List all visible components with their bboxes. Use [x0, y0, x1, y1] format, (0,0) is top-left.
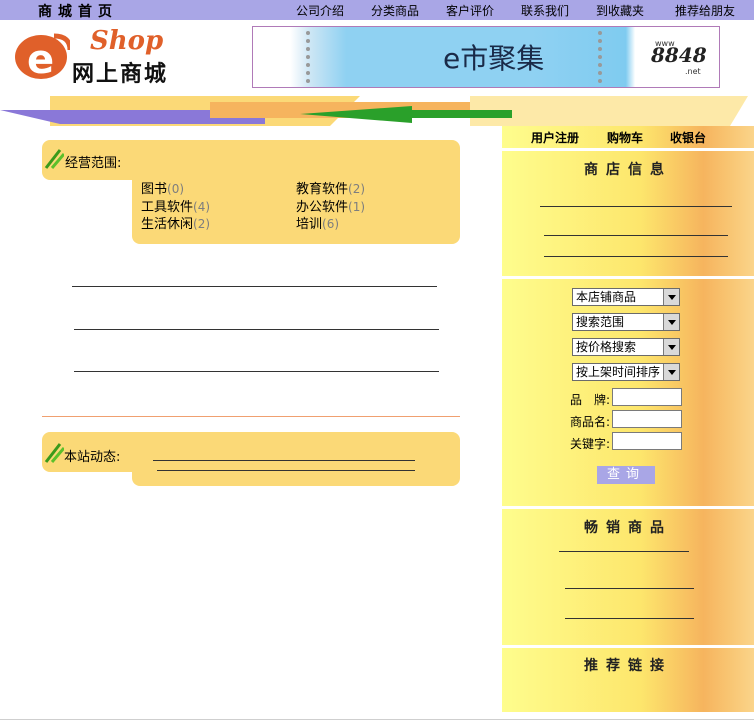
divider-line	[72, 286, 437, 287]
nav-link-favorites[interactable]: 到收藏夹	[596, 2, 644, 19]
keyword-input[interactable]	[612, 432, 682, 450]
info-line	[540, 206, 732, 207]
register-link[interactable]: 用户注册	[531, 129, 579, 146]
search-range-select[interactable]: 搜索范围	[572, 313, 680, 331]
news-line	[153, 460, 415, 461]
nav-link-reviews[interactable]: 客户评价	[446, 2, 494, 19]
leaf-icon	[44, 443, 64, 463]
bestseller-line	[559, 551, 689, 552]
category-count: (6)	[322, 217, 340, 231]
svg-text:e: e	[27, 37, 54, 80]
select-value: 按上架时间排序	[576, 365, 661, 379]
section-divider	[42, 416, 460, 417]
chevron-down-icon[interactable]	[663, 364, 679, 380]
leaf-icon	[44, 149, 64, 169]
product-name-input[interactable]	[612, 410, 682, 428]
right-separator	[502, 506, 754, 509]
cart-link[interactable]: 购物车	[607, 129, 643, 146]
chevron-down-icon[interactable]	[663, 289, 679, 305]
bestseller-line	[565, 618, 694, 619]
chevron-down-icon[interactable]	[663, 314, 679, 330]
nav-link-contact[interactable]: 联系我们	[521, 2, 569, 19]
category-count: (1)	[348, 200, 366, 214]
checkout-link[interactable]: 收银台	[670, 129, 706, 146]
select-value: 本店铺商品	[576, 290, 637, 304]
home-link[interactable]: 商城首页	[38, 1, 118, 21]
divider-line	[74, 329, 439, 330]
right-separator	[502, 645, 754, 648]
brand-label: 品 牌:	[570, 393, 611, 407]
banner-title: e市聚集	[443, 42, 545, 75]
nav-link-categories[interactable]: 分类商品	[371, 2, 419, 19]
banner-dots-right	[598, 31, 602, 83]
nav-link-company[interactable]: 公司介绍	[296, 2, 344, 19]
right-separator	[502, 276, 754, 279]
category-count: (4)	[193, 200, 211, 214]
news-line	[157, 470, 415, 471]
category-name[interactable]: 培训	[296, 217, 322, 232]
logo-cn-text: 网上商城	[72, 61, 169, 87]
bestseller-title: 畅销商品	[584, 520, 672, 536]
sort-select[interactable]: 按上架时间排序	[572, 363, 680, 381]
banner-logo-suffix: .net	[685, 67, 701, 76]
select-value: 按价格搜索	[576, 340, 637, 354]
news-body-box	[132, 460, 460, 486]
info-line	[544, 256, 728, 257]
right-separator	[502, 148, 754, 151]
divider-line	[74, 371, 439, 372]
logo-e-icon: e	[15, 33, 70, 80]
category-name[interactable]: 教育软件	[296, 182, 348, 197]
keyword-label: 关键字:	[570, 437, 611, 451]
category-name[interactable]: 生活休闲	[141, 217, 193, 232]
category-item[interactable]: 生活休闲(2)	[141, 213, 210, 232]
shop-info-title: 商店信息	[584, 162, 672, 178]
bestseller-line	[565, 588, 694, 589]
category-count: (2)	[193, 217, 211, 231]
banner-dots-left	[306, 31, 310, 83]
footer-divider	[0, 719, 754, 720]
select-value: 搜索范围	[576, 315, 625, 329]
scope-title: 经营范围:	[65, 156, 122, 171]
category-name[interactable]: 图书	[141, 182, 167, 197]
category-item[interactable]: 图书(0)	[141, 178, 184, 197]
banner[interactable]: e市聚集 www 8848 .net	[252, 26, 720, 88]
nav-link-recommend[interactable]: 推荐给朋友	[675, 2, 735, 19]
price-search-select[interactable]: 按价格搜索	[572, 338, 680, 356]
category-count: (0)	[167, 182, 185, 196]
logo-shop-text: Shop	[90, 26, 164, 56]
category-item[interactable]: 培训(6)	[296, 213, 339, 232]
links-title: 推荐链接	[584, 658, 672, 674]
news-title: 本站动态:	[64, 450, 121, 465]
category-item[interactable]: 教育软件(2)	[296, 178, 365, 197]
category-count: (2)	[348, 182, 366, 196]
brand-input[interactable]	[612, 388, 682, 406]
product-name-label: 商品名:	[570, 415, 611, 429]
decorative-strip	[0, 96, 748, 126]
shop-scope-select[interactable]: 本店铺商品	[572, 288, 680, 306]
banner-logo-8848: 8848	[651, 43, 707, 67]
search-button[interactable]: 查询	[597, 466, 655, 484]
chevron-down-icon[interactable]	[663, 339, 679, 355]
info-line	[544, 235, 728, 236]
